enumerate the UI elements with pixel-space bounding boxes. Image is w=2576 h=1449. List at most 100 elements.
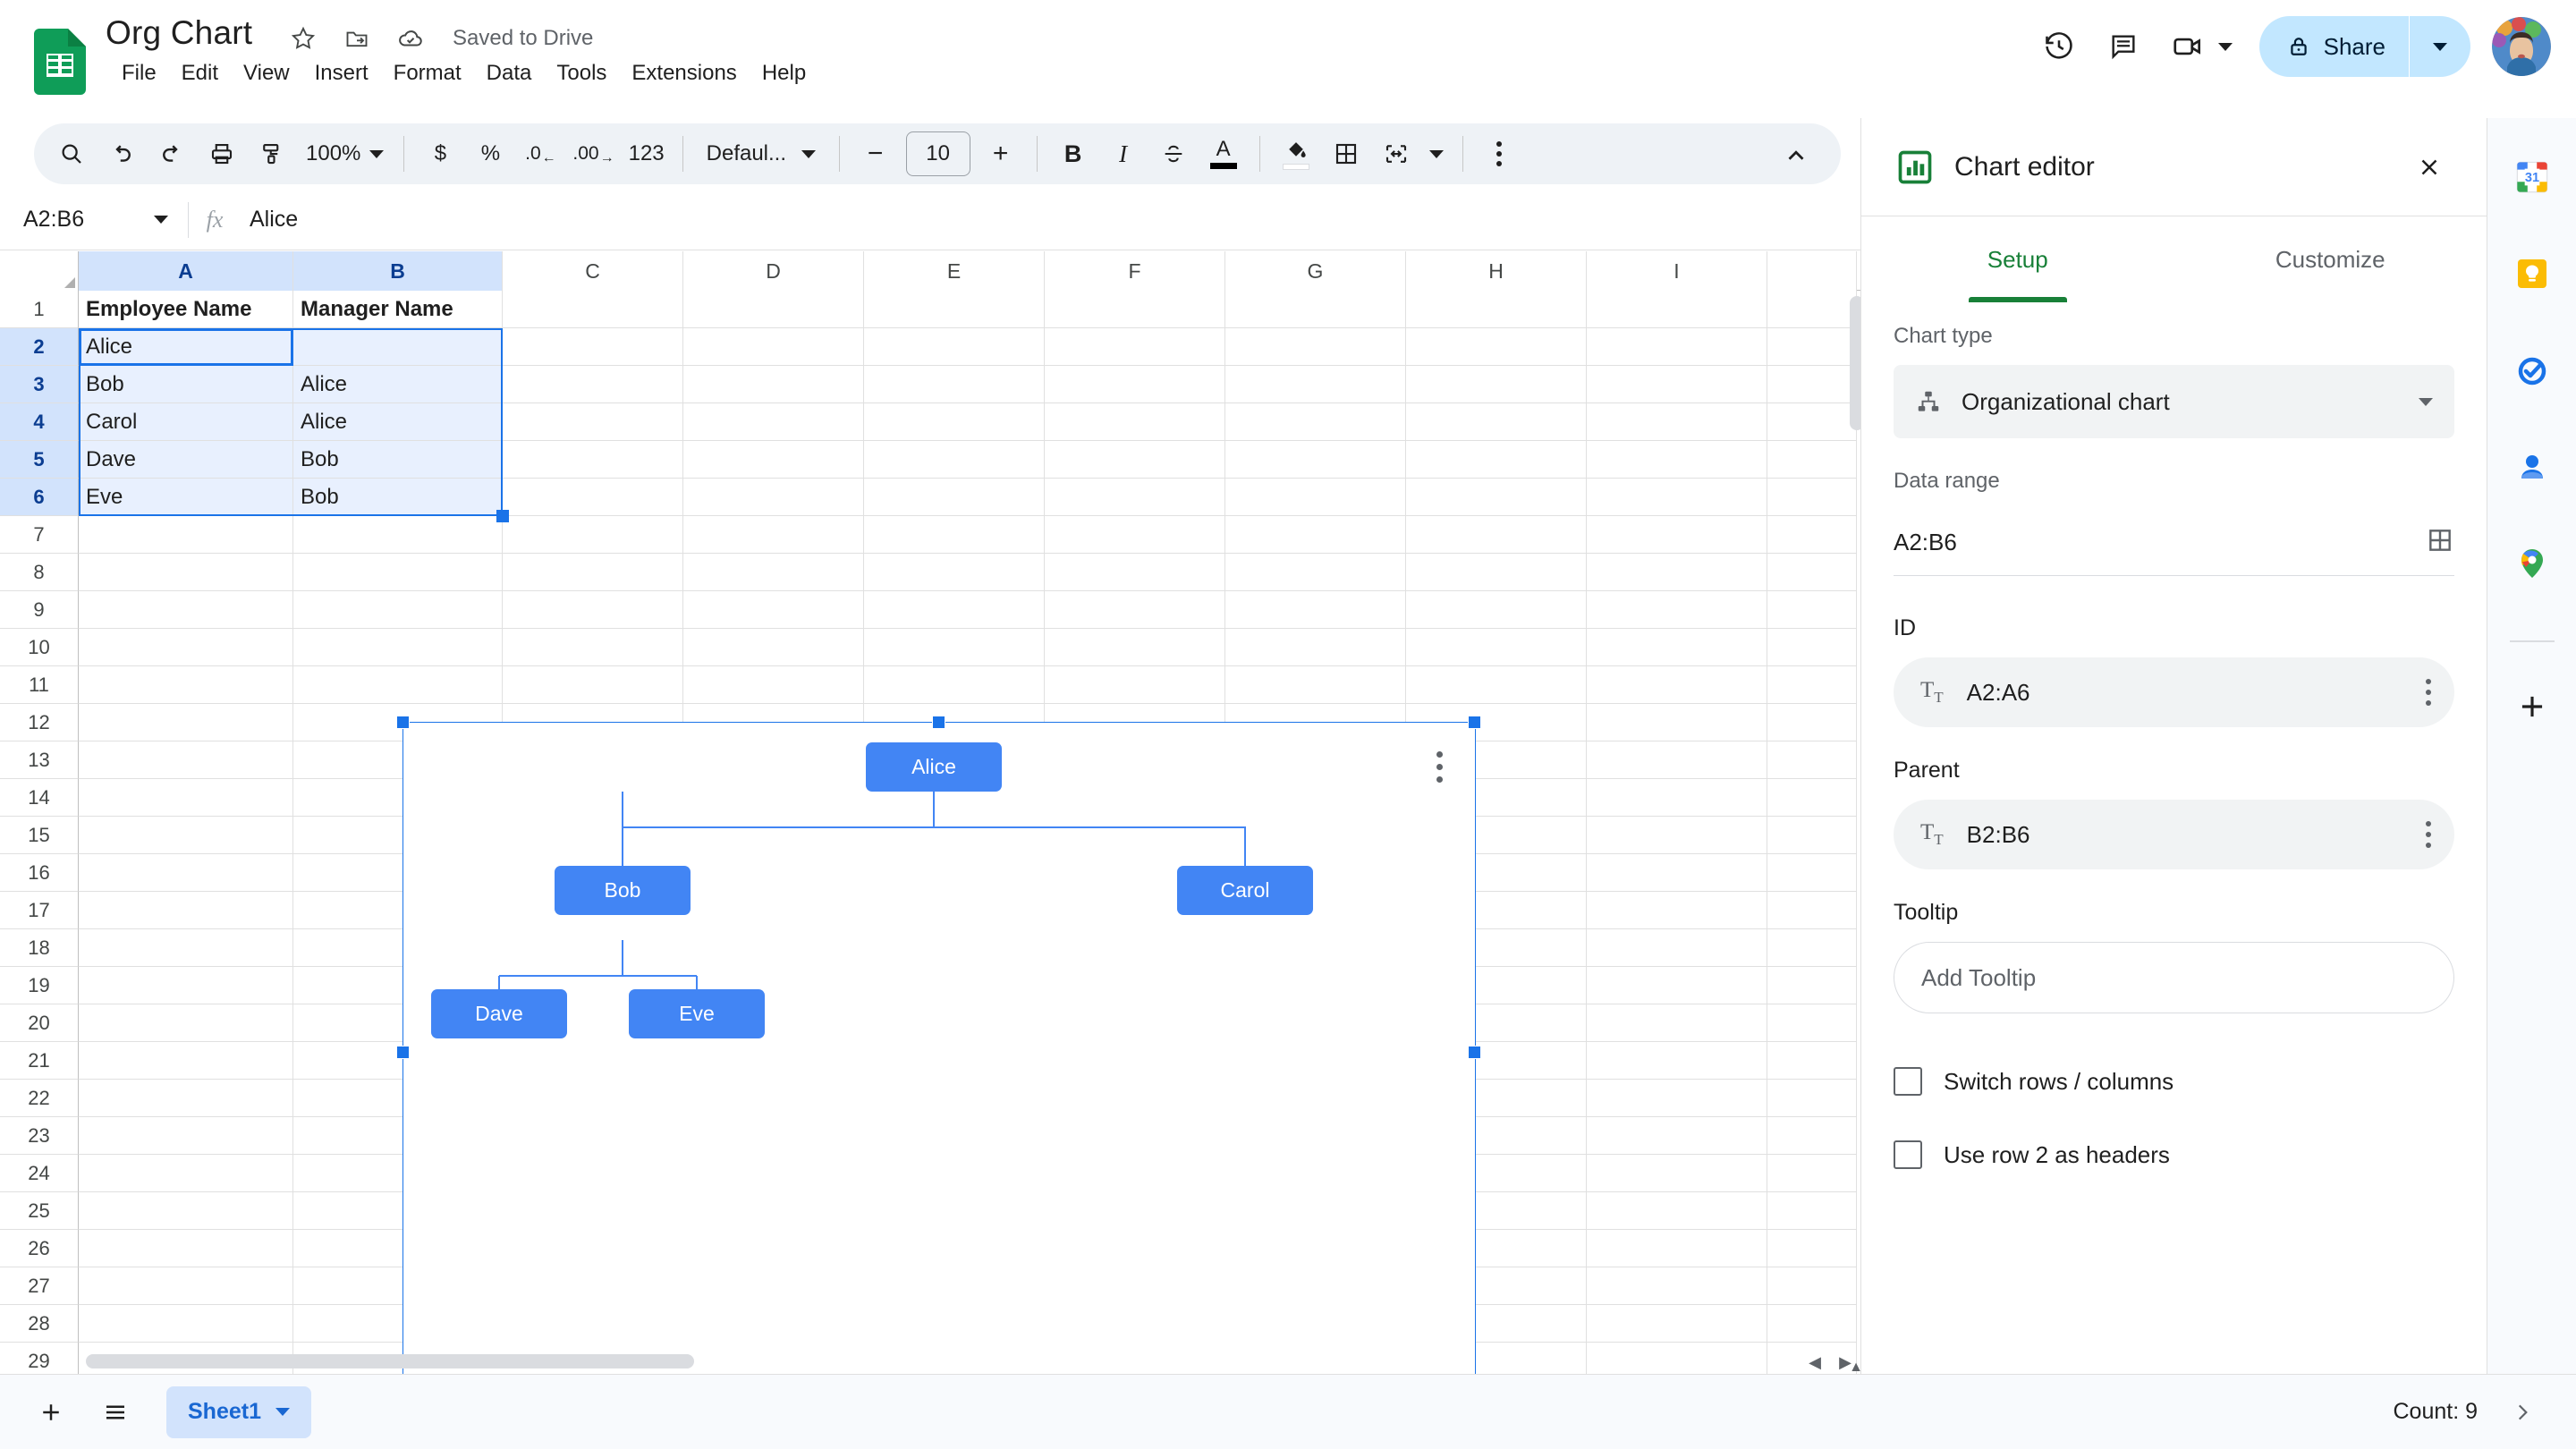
cell-I24[interactable] <box>1587 1155 1767 1192</box>
cell-C11[interactable] <box>503 666 683 704</box>
row-header-11[interactable]: 11 <box>0 666 79 704</box>
cell-J4[interactable] <box>1767 403 1857 441</box>
cell-I10[interactable] <box>1587 629 1767 666</box>
select-all-corner[interactable] <box>0 251 79 291</box>
cell-J20[interactable] <box>1767 1004 1857 1042</box>
cell-A25[interactable] <box>79 1192 293 1230</box>
cell-I6[interactable] <box>1587 479 1767 516</box>
parent-chip[interactable]: TT B2:B6 <box>1894 800 2454 869</box>
chart-options-icon[interactable] <box>1419 742 1459 791</box>
horizontal-scroll-thumb[interactable] <box>86 1354 694 1368</box>
cell-H4[interactable] <box>1406 403 1587 441</box>
id-options-icon[interactable] <box>2426 679 2431 706</box>
cell-I16[interactable] <box>1587 854 1767 892</box>
italic-button[interactable]: I <box>1098 129 1148 179</box>
star-icon[interactable] <box>286 21 320 55</box>
cell-A26[interactable] <box>79 1230 293 1267</box>
cell-C2[interactable] <box>503 328 683 366</box>
cell-J13[interactable] <box>1767 741 1857 779</box>
cell-J25[interactable] <box>1767 1192 1857 1230</box>
formula-input[interactable]: Alice <box>241 207 298 233</box>
font-size-input[interactable]: 10 <box>905 131 970 176</box>
column-header-J[interactable] <box>1767 251 1857 291</box>
cell-A21[interactable] <box>79 1042 293 1080</box>
cell-A6[interactable]: Eve <box>79 479 293 516</box>
add-tooltip-button[interactable]: Add Tooltip <box>1894 942 2454 1013</box>
all-sheets-icon[interactable] <box>89 1386 141 1438</box>
row-header-2[interactable]: 2 <box>0 328 79 366</box>
row-header-20[interactable]: 20 <box>0 1004 79 1042</box>
org-node-carol[interactable]: Carol <box>1177 866 1313 915</box>
google-keep-icon[interactable] <box>2507 249 2557 299</box>
cell-J5[interactable] <box>1767 441 1857 479</box>
resize-handle-e[interactable] <box>1468 1046 1481 1059</box>
id-chip[interactable]: TT A2:A6 <box>1894 657 2454 727</box>
cell-A11[interactable] <box>79 666 293 704</box>
column-header-E[interactable]: E <box>864 251 1045 291</box>
more-options-icon[interactable] <box>1474 129 1524 179</box>
tab-customize[interactable]: Customize <box>2174 216 2487 302</box>
cell-H2[interactable] <box>1406 328 1587 366</box>
get-addons-icon[interactable] <box>2507 682 2557 732</box>
menu-insert[interactable]: Insert <box>302 55 381 91</box>
row-header-14[interactable]: 14 <box>0 779 79 817</box>
resize-handle-n[interactable] <box>932 716 945 729</box>
menu-format[interactable]: Format <box>381 55 474 91</box>
sheet-tab-sheet1[interactable]: Sheet1 <box>166 1385 311 1438</box>
merge-cells-icon[interactable] <box>1371 129 1421 179</box>
cell-B9[interactable] <box>293 591 503 629</box>
cell-D4[interactable] <box>683 403 864 441</box>
cell-J8[interactable] <box>1767 554 1857 591</box>
cell-I19[interactable] <box>1587 967 1767 1004</box>
print-icon[interactable] <box>197 129 247 179</box>
cell-G1[interactable] <box>1225 291 1406 328</box>
row-header-19[interactable]: 19 <box>0 967 79 1004</box>
org-chart-object[interactable]: Alice Bob Carol Dave Eve <box>396 716 1481 1374</box>
cell-J14[interactable] <box>1767 779 1857 817</box>
google-maps-icon[interactable] <box>2507 538 2557 589</box>
cell-A24[interactable] <box>79 1155 293 1192</box>
cell-A8[interactable] <box>79 554 293 591</box>
cell-A28[interactable] <box>79 1305 293 1343</box>
cell-A14[interactable] <box>79 779 293 817</box>
cell-J2[interactable] <box>1767 328 1857 366</box>
cell-I2[interactable] <box>1587 328 1767 366</box>
cell-E4[interactable] <box>864 403 1045 441</box>
cell-A4[interactable]: Carol <box>79 403 293 441</box>
cell-D5[interactable] <box>683 441 864 479</box>
scroll-right-arrow[interactable]: ▶ <box>1832 1352 1859 1373</box>
chevron-down-icon[interactable] <box>275 1408 290 1416</box>
org-node-eve[interactable]: Eve <box>629 989 765 1038</box>
column-header-H[interactable]: H <box>1406 251 1587 291</box>
use-row-2-headers-row[interactable]: Use row 2 as headers <box>1894 1128 2454 1182</box>
cell-B6[interactable]: Bob <box>293 479 503 516</box>
cell-B5[interactable]: Bob <box>293 441 503 479</box>
cell-H10[interactable] <box>1406 629 1587 666</box>
row-header-3[interactable]: 3 <box>0 366 79 403</box>
move-to-folder-icon[interactable] <box>340 21 374 55</box>
cell-E10[interactable] <box>864 629 1045 666</box>
cell-A1[interactable]: Employee Name <box>79 291 293 328</box>
search-icon[interactable] <box>47 129 97 179</box>
row-header-17[interactable]: 17 <box>0 892 79 929</box>
row-header-16[interactable]: 16 <box>0 854 79 892</box>
cell-J17[interactable] <box>1767 892 1857 929</box>
merge-dropdown-icon[interactable] <box>1421 129 1452 179</box>
share-button-group[interactable]: Share <box>2258 16 2470 77</box>
cell-C3[interactable] <box>503 366 683 403</box>
cell-C6[interactable] <box>503 479 683 516</box>
cell-E2[interactable] <box>864 328 1045 366</box>
cell-H7[interactable] <box>1406 516 1587 554</box>
cell-D2[interactable] <box>683 328 864 366</box>
column-header-D[interactable]: D <box>683 251 864 291</box>
cell-A18[interactable] <box>79 929 293 967</box>
cell-I22[interactable] <box>1587 1080 1767 1117</box>
bold-button[interactable]: B <box>1048 129 1098 179</box>
cell-F5[interactable] <box>1045 441 1225 479</box>
version-history-icon[interactable] <box>2027 14 2091 79</box>
cell-J26[interactable] <box>1767 1230 1857 1267</box>
percent-format-button[interactable]: % <box>465 129 515 179</box>
paint-format-icon[interactable] <box>247 129 297 179</box>
google-calendar-icon[interactable]: 31 <box>2507 152 2557 202</box>
cell-D11[interactable] <box>683 666 864 704</box>
